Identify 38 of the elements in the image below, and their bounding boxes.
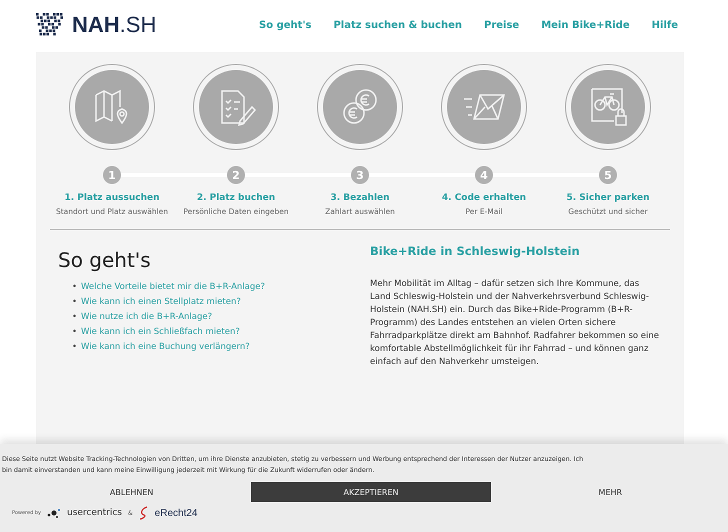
nav-link[interactable]: Preise [484, 20, 520, 30]
step-title: 3. Bezahlen [330, 193, 390, 203]
faq-link[interactable]: Wie kann ich einen Stellplatz mieten? [81, 297, 241, 307]
logo-text[interactable]: NAH [72, 12, 120, 38]
faq-link[interactable]: Wie kann ich eine Buchung verlängern? [81, 342, 250, 352]
consent-button[interactable]: MEHR [490, 482, 728, 502]
logo-icon [36, 13, 66, 37]
brand-text: eRecht24 [154, 508, 198, 518]
step-title: 5. Sicher parken [566, 193, 650, 203]
logo-suffix[interactable]: .SH [120, 12, 156, 38]
step-number: 5 [599, 166, 617, 184]
step-number: 3 [351, 166, 369, 184]
step-title: 2. Platz buchen [196, 193, 276, 203]
dots-logo-icon [46, 508, 61, 518]
section-heading: So geht's [58, 248, 152, 272]
bullet: • [72, 342, 78, 352]
faq-link[interactable]: Wie nutze ich die B+R-Anlage? [81, 312, 212, 322]
nav-link[interactable]: Hilfe [652, 20, 678, 30]
consent-button[interactable]: ABLEHNEN [12, 482, 252, 502]
step-number: 2 [227, 166, 245, 184]
faq-link[interactable]: Welche Vorteile bietet mir die B+R-Anlage? [81, 282, 265, 292]
bullet: • [72, 312, 78, 322]
nav-link[interactable]: Mein Bike+Ride [541, 20, 630, 30]
bullet: • [72, 297, 78, 307]
nav-link[interactable]: Platz suchen & buchen [333, 20, 462, 30]
step-number: 4 [475, 166, 493, 184]
intro-paragraph: Mehr Mobilität im Alltag – dafür setzen sich Ihre Kommune, das Land Schleswig-Holstein und der Nahverkehrsverbund Schleswig-Holstein (NAH.SH) ein. Durch das Bike+Ride-Programm (B+R-Programm) des Landes entstehen an vielen Orten sichere Fahrradparkplätze direkt am Bahnhof. Radfahrer bekommen so eine komfortable Abstellmöglichkeit für ihr Fahrrad – und können ganz einfach auf den Nahverkehr umsteigen. [370, 278, 660, 369]
step-title: 1. Platz aussuchen [64, 193, 160, 203]
faq-link[interactable]: Wie kann ich ein Schließfach mieten? [81, 327, 240, 337]
bullet: • [72, 282, 78, 292]
signature-icon [138, 506, 149, 520]
intro-heading: Bike+Ride in Schleswig-Holstein [370, 244, 581, 258]
bullet: • [72, 327, 78, 337]
accept-button[interactable]: AKZEPTIEREN [251, 482, 491, 502]
brand-text: usercentrics [66, 508, 122, 518]
step-number: 1 [103, 166, 121, 184]
nav-link[interactable]: So geht's [259, 20, 312, 30]
step-title: 4. Code erhalten [442, 193, 526, 203]
